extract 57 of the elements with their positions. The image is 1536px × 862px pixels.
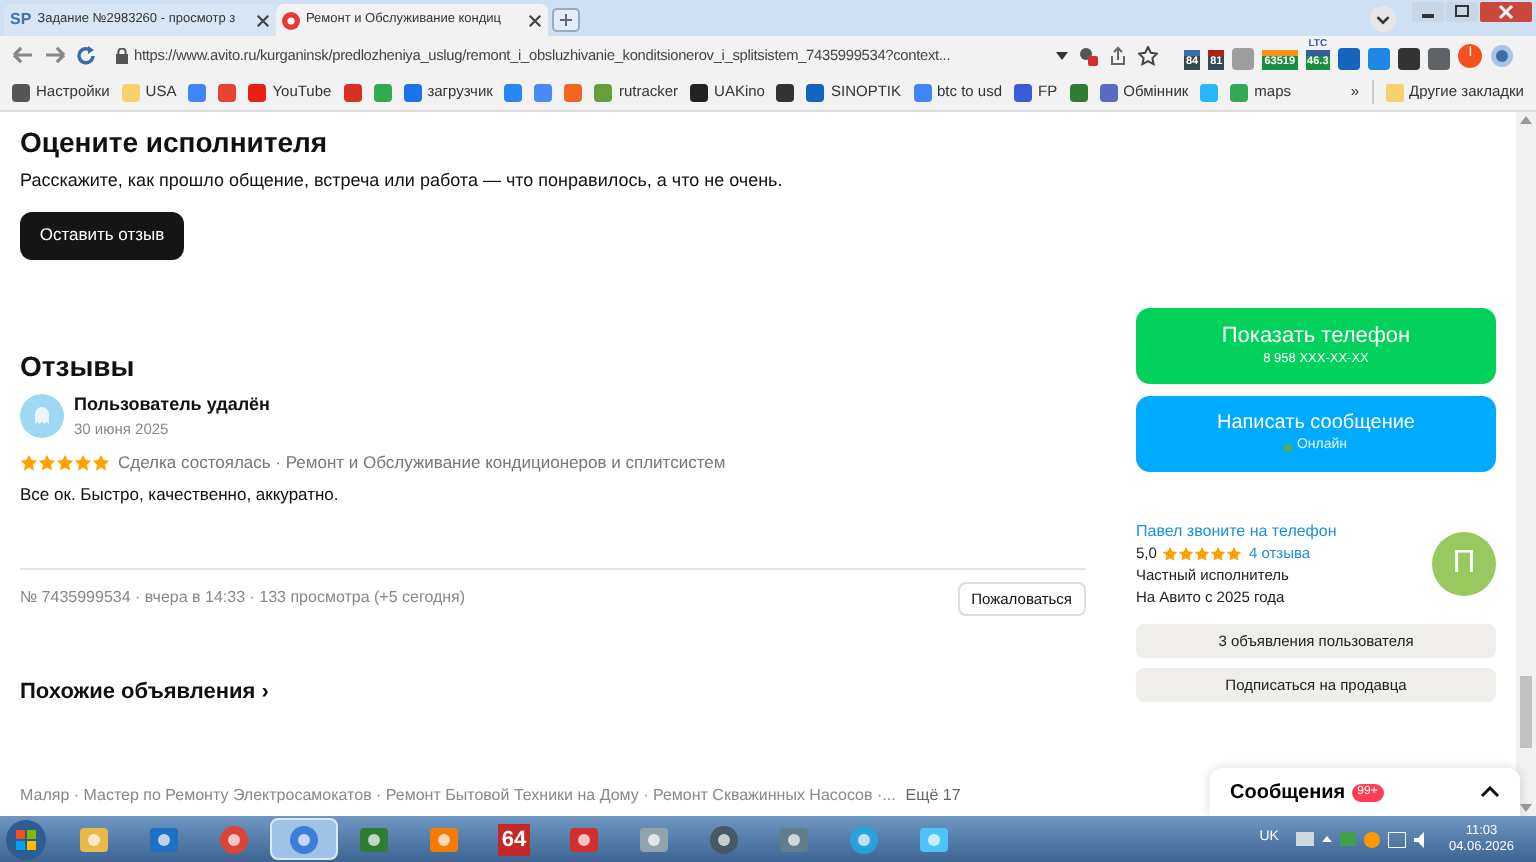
- app-icon: [778, 823, 810, 855]
- similar-categories: Маляр · Мастер по Ремонту Электросамокатов · Ремонт Бытовой Техники на Дому · Ремонт Скважинных Насосов ·...: [20, 784, 896, 809]
- close-icon[interactable]: [528, 13, 542, 27]
- section-title: Оцените исполнителя: [20, 124, 330, 160]
- folder-icon: [1385, 83, 1404, 101]
- app-icon: [428, 823, 460, 855]
- extension-icon: [1428, 48, 1451, 70]
- extension-icon: [1232, 48, 1255, 70]
- review-deal: Сделка состоялась · Ремонт и Обслуживание кондиционеров и сплитсистем: [118, 450, 726, 476]
- new-tab-icon[interactable]: [552, 8, 580, 32]
- share-icon[interactable]: [1108, 45, 1128, 65]
- app-icon: [918, 823, 950, 855]
- chevron-up-icon[interactable]: [1480, 786, 1500, 798]
- network-icon[interactable]: [1388, 831, 1407, 847]
- bookmark-icon[interactable]: [776, 83, 795, 101]
- leave-review-button[interactable]: Оставить отзыв: [20, 211, 184, 259]
- taskbar-app[interactable]: 64: [480, 818, 548, 860]
- favicon: SP: [10, 8, 32, 32]
- star-icon[interactable]: [1138, 45, 1158, 65]
- favicon: [282, 11, 300, 29]
- close-icon[interactable]: [1480, 2, 1532, 22]
- extension-icon: [1338, 48, 1361, 70]
- maximize-icon[interactable]: [1446, 2, 1478, 22]
- ghost-avatar-icon: [20, 393, 64, 438]
- back-icon[interactable]: [12, 46, 34, 64]
- scrollbar-thumb[interactable]: [1520, 676, 1532, 748]
- review-text: Все ок. Быстро, качественно, аккуратно.: [20, 482, 341, 508]
- similar-ads-link[interactable]: Похожие объявления ›: [20, 675, 1120, 709]
- chevron-down-icon[interactable]: [1370, 6, 1396, 32]
- tray-icon[interactable]: [1296, 832, 1315, 846]
- lock-icon: [116, 47, 128, 63]
- taskbar-app[interactable]: [270, 818, 338, 860]
- app-icon: [638, 823, 670, 855]
- seller-avatar: П: [1432, 532, 1496, 596]
- section-title: Отзывы: [20, 347, 137, 383]
- app-icon: [848, 823, 880, 855]
- reload-icon[interactable]: [76, 45, 96, 65]
- extension-icon: [1398, 48, 1421, 70]
- scroll-down-icon[interactable]: [1520, 804, 1532, 812]
- app-icon: [708, 823, 740, 855]
- extension-icon: [1368, 48, 1391, 70]
- close-icon[interactable]: [256, 13, 270, 27]
- app-icon: [148, 823, 180, 855]
- seller-name[interactable]: Павел звоните на телефон: [1136, 520, 1424, 542]
- caret-up-icon[interactable]: [1322, 836, 1333, 842]
- section-text: Расскажите, как прошло общение, встреча или работа — что понравилось, а что не очень.: [20, 168, 785, 194]
- forward-icon[interactable]: [44, 46, 66, 64]
- app-icon: [568, 823, 600, 855]
- minimize-icon[interactable]: [1412, 2, 1444, 22]
- listing-meta: № 7435999534 · вчера в 14:33 · 133 просмотра (+5 сегодня): [20, 586, 466, 611]
- app-icon: [358, 823, 390, 855]
- review-author: Пользователь удалён: [74, 391, 270, 418]
- folder-icon: [78, 823, 110, 855]
- more-link[interactable]: Ещё 17: [905, 784, 961, 809]
- scroll-up-icon[interactable]: [1520, 116, 1532, 124]
- caret-icon[interactable]: [1056, 51, 1068, 59]
- start-button[interactable]: [6, 819, 46, 859]
